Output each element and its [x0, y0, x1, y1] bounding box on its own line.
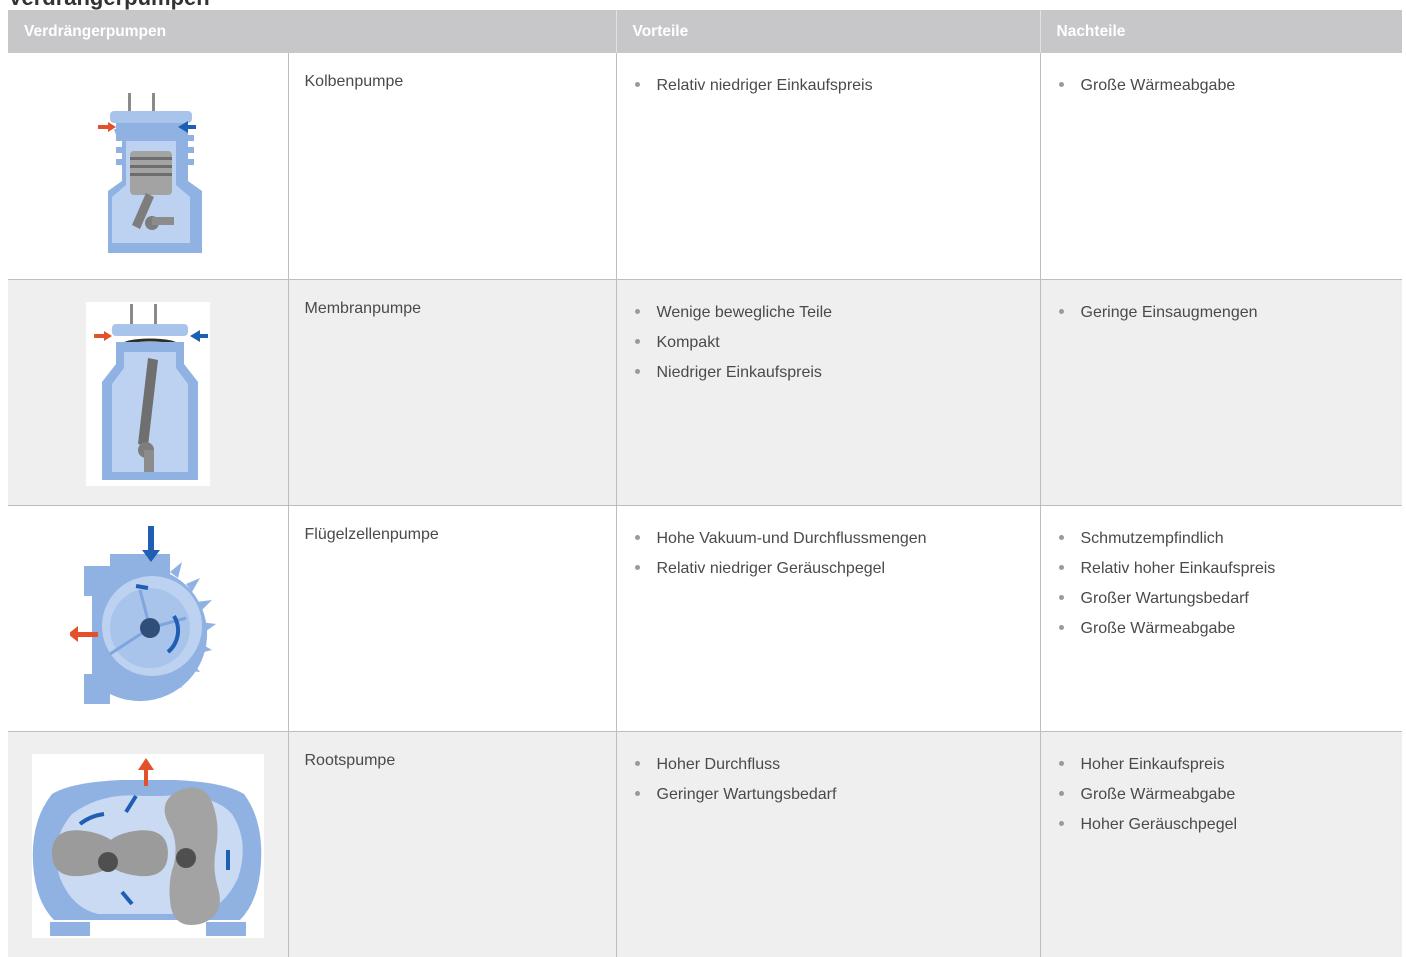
pump-name: Flügelzellenpumpe — [287, 504, 616, 731]
pump-image-cell — [8, 730, 288, 957]
header-disadvantages: Nachteile — [1039, 10, 1402, 53]
pump-name: Rootspumpe — [287, 730, 616, 957]
pump-image-cell — [8, 504, 288, 731]
disadvantages-cell: Schmutzempfindlich Relativ hoher Einkauf… — [1039, 504, 1402, 731]
roots-pump-icon — [32, 753, 264, 938]
pump-image-cell — [8, 53, 288, 279]
diaphragm-pump-icon — [86, 301, 210, 486]
pump-comparison-table: Verdrängerpumpen Vorteile Nachteile Kolb… — [8, 10, 1402, 957]
advantage-item: Geringer Wartungsbedarf — [633, 780, 1024, 810]
header-advantages: Vorteile — [615, 10, 1040, 53]
advantage-item: Hohe Vakuum-und Durchflussmengen — [633, 524, 1024, 554]
piston-pump-icon — [98, 93, 202, 253]
disadvantage-item: Großer Wartungsbedarf — [1057, 584, 1387, 614]
advantage-item: Hoher Durchfluss — [633, 750, 1024, 780]
page-heading: Verdrängerpumpen — [8, 0, 210, 10]
pump-name: Kolbenpumpe — [287, 53, 616, 279]
disadvantage-item: Große Wärmeabgabe — [1057, 780, 1387, 810]
disadvantage-item: Hoher Einkaufspreis — [1057, 750, 1387, 780]
disadvantages-cell: Große Wärmeabgabe — [1039, 53, 1402, 279]
header-pump-type: Verdrängerpumpen — [8, 10, 616, 53]
disadvantage-item: Schmutzempfindlich — [1057, 524, 1387, 554]
disadvantage-item: Relativ hoher Einkaufspreis — [1057, 554, 1387, 584]
disadvantages-cell: Hoher Einkaufspreis Große Wärmeabgabe Ho… — [1039, 730, 1402, 957]
advantage-item: Kompakt — [633, 328, 1024, 358]
advantage-item: Relativ niedriger Einkaufspreis — [633, 71, 1024, 101]
table-row: Membranpumpe Wenige bewegliche Teile Kom… — [8, 278, 1402, 505]
disadvantage-item: Geringe Einsaugmengen — [1057, 298, 1387, 328]
table-header-row: Verdrängerpumpen Vorteile Nachteile — [8, 10, 1402, 53]
advantages-cell: Wenige bewegliche Teile Kompakt Niedrige… — [615, 278, 1040, 505]
table-row: Rootspumpe Hoher Durchfluss Geringer War… — [8, 730, 1402, 957]
disadvantage-item: Hoher Geräuschpegel — [1057, 810, 1387, 840]
pump-name: Membranpumpe — [287, 278, 616, 505]
advantages-cell: Hohe Vakuum-und Durchflussmengen Relativ… — [615, 504, 1040, 731]
advantages-cell: Hoher Durchfluss Geringer Wartungsbedarf — [615, 730, 1040, 957]
advantage-item: Niedriger Einkaufspreis — [633, 358, 1024, 388]
advantages-cell: Relativ niedriger Einkaufspreis — [615, 53, 1040, 279]
disadvantages-cell: Geringe Einsaugmengen — [1039, 278, 1402, 505]
disadvantage-item: Große Wärmeabgabe — [1057, 614, 1387, 644]
table-row: Flügelzellenpumpe Hohe Vakuum-und Durchf… — [8, 504, 1402, 731]
disadvantage-item: Große Wärmeabgabe — [1057, 71, 1387, 101]
advantage-item: Relativ niedriger Geräuschpegel — [633, 554, 1024, 584]
table-row: Kolbenpumpe Relativ niedriger Einkaufspr… — [8, 53, 1402, 279]
advantage-item: Wenige bewegliche Teile — [633, 298, 1024, 328]
rotary-vane-pump-icon — [70, 525, 216, 704]
pump-image-cell — [8, 278, 288, 505]
